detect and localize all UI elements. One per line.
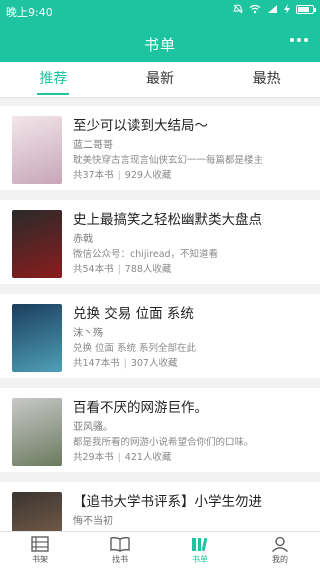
book-count: 共54本书 (73, 264, 114, 275)
booklist-title: 至少可以读到大结局～ (73, 118, 208, 134)
booklist-description: 都是我所看的网游小说希望合你们的口味。 (73, 437, 254, 448)
collect-count: 788人收藏 (124, 264, 172, 275)
nav-find-books[interactable]: 找书 (80, 532, 160, 569)
booklist-title: 【追书大学书评系】小学生勿进 (73, 494, 262, 510)
booklist-description: 兑换 位面 系统 系列全部在此 (73, 343, 197, 354)
dot-icon (304, 38, 308, 42)
book-cover (12, 398, 62, 466)
collect-count: 929人收藏 (124, 170, 172, 181)
collect-count: 421人收藏 (124, 452, 172, 463)
book-cover (12, 304, 62, 372)
booklist-author: 亚风骚。 (73, 422, 113, 433)
book-count: 共147本书 (73, 358, 120, 369)
booklist-title: 兑换 交易 位面 系统 (73, 306, 194, 322)
booklist-author: 沫丶殇 (73, 328, 103, 339)
booklist-author: 悔不当初 (73, 516, 113, 527)
bookshelf-icon (31, 536, 49, 552)
collect-count: 307人收藏 (130, 358, 178, 369)
book-count: 共29本书 (73, 452, 114, 463)
charging-icon (284, 4, 290, 14)
nav-label: 书架 (32, 555, 48, 564)
book-cover (12, 116, 62, 184)
booklist-meta: 共147本书 | 307人收藏 (73, 358, 178, 369)
booklist-title: 史上最搞笑之轻松幽默类大盘点 (73, 212, 262, 228)
tab-latest[interactable]: 最新 (107, 62, 214, 97)
dot-icon (290, 38, 294, 42)
booklist-title: 百看不厌的网游巨作。 (73, 400, 208, 416)
more-menu-button[interactable] (290, 38, 308, 42)
booklist-meta: 共29本书 | 421人收藏 (73, 452, 172, 463)
booklist-meta: 共37本书 | 929人收藏 (73, 170, 172, 181)
tab-recommended[interactable]: 推荐 (0, 62, 107, 97)
tab-hottest[interactable]: 最热 (213, 62, 320, 97)
booklist-author: 赤戟 (73, 234, 93, 245)
bottom-nav: 书架 找书 书单 我的 (0, 531, 320, 569)
page-title: 书单 (143, 36, 176, 54)
tab-bar: 推荐 最新 最热 (0, 62, 320, 98)
booklist-description: 耽美快穿古言现言仙侠玄幻一一每篇都是楼主 (73, 155, 264, 166)
nav-label: 我的 (272, 555, 288, 564)
booklist-author: 蓝二哥哥 (73, 140, 113, 151)
status-time: 晚上9:40 (6, 6, 53, 19)
book-cover (12, 210, 62, 278)
open-book-icon (110, 537, 130, 552)
person-icon (272, 536, 288, 552)
status-icons (233, 4, 316, 14)
booklist-icon (192, 537, 208, 552)
battery-icon (296, 4, 316, 14)
nav-profile[interactable]: 我的 (240, 532, 320, 569)
status-bar: 晚上9:40 (0, 0, 320, 22)
dot-icon (297, 38, 301, 42)
booklist-item[interactable]: 至少可以读到大结局～ 蓝二哥哥 耽美快穿古言现言仙侠玄幻一一每篇都是楼主 共37… (0, 106, 320, 190)
title-bar: 书单 (0, 22, 320, 62)
book-count: 共37本书 (73, 170, 114, 181)
wifi-icon (249, 4, 261, 14)
booklist-item[interactable]: 史上最搞笑之轻松幽默类大盘点 赤戟 微信公众号：chijiread，不知道看 共… (0, 200, 320, 284)
booklist-description: 微信公众号：chijiread，不知道看 (73, 249, 219, 260)
top-header: 晚上9:40 书单 (0, 0, 320, 62)
booklist-item[interactable]: 百看不厌的网游巨作。 亚风骚。 都是我所看的网游小说希望合你们的口味。 共29本… (0, 388, 320, 472)
nav-bookshelf[interactable]: 书架 (0, 532, 80, 569)
booklist-meta: 共54本书 | 788人收藏 (73, 264, 172, 275)
nav-label: 找书 (112, 555, 128, 564)
nav-booklist[interactable]: 书单 (160, 532, 240, 569)
nav-label: 书单 (192, 555, 208, 564)
booklist-item[interactable]: 兑换 交易 位面 系统 沫丶殇 兑换 位面 系统 系列全部在此 共147本书 | 3… (0, 294, 320, 378)
signal-icon (268, 5, 277, 13)
mute-icon (233, 4, 243, 14)
